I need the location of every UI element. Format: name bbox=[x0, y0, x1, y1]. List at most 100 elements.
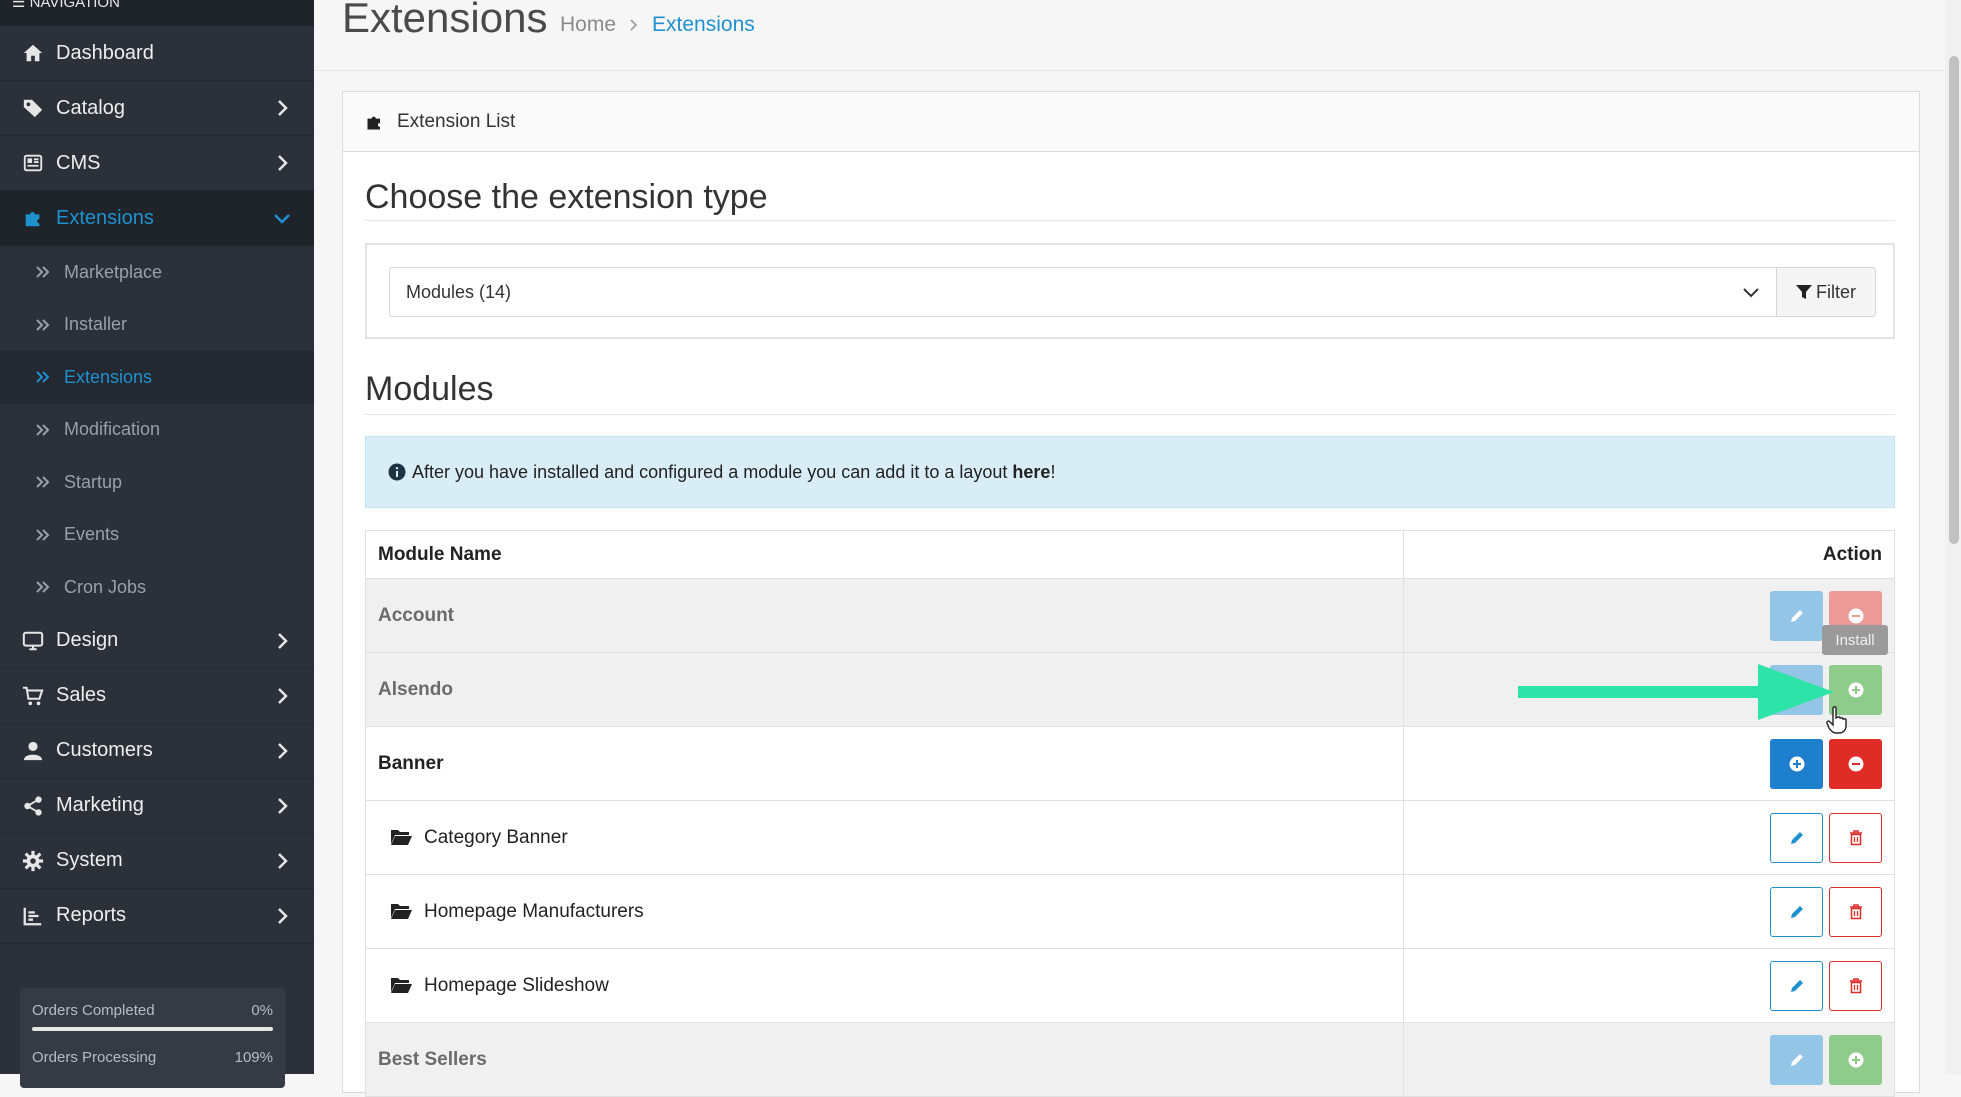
page-title: Extensions bbox=[342, 0, 548, 41]
nav-item-system[interactable]: System bbox=[0, 834, 314, 889]
sub-item-extensions[interactable]: Extensions bbox=[0, 351, 314, 404]
alert-here-link[interactable]: here bbox=[1012, 462, 1050, 483]
minus-circle-icon bbox=[1848, 756, 1863, 772]
double-chevron-icon bbox=[36, 581, 50, 593]
sub-item-label: Installer bbox=[64, 314, 128, 335]
breadcrumb-extensions-link[interactable]: Extensions bbox=[652, 13, 755, 37]
nav-item-label: Customers bbox=[56, 739, 153, 761]
trash-icon bbox=[1849, 978, 1862, 994]
sub-item-modification[interactable]: Modification bbox=[0, 404, 314, 457]
newspaper-icon bbox=[20, 150, 46, 176]
pencil-icon bbox=[1790, 832, 1803, 844]
progress-label: Orders Processing bbox=[32, 1049, 157, 1066]
module-name: Alsendo bbox=[365, 652, 1404, 727]
table-row: Account bbox=[365, 578, 1895, 653]
pencil-icon bbox=[1790, 906, 1803, 918]
nav-item-catalog[interactable]: Catalog bbox=[0, 81, 314, 136]
pencil-icon bbox=[1790, 980, 1803, 992]
monitor-icon bbox=[20, 628, 46, 654]
nav-item-extensions[interactable]: Extensions bbox=[0, 191, 314, 246]
sub-item-marketplace[interactable]: Marketplace bbox=[0, 246, 314, 299]
plus-circle-icon bbox=[1848, 1052, 1863, 1068]
nav-item-label: Reports bbox=[56, 904, 127, 926]
col-header-action: Action bbox=[1403, 530, 1895, 579]
double-chevron-icon bbox=[36, 319, 50, 331]
filter-button[interactable]: Filter bbox=[1776, 267, 1876, 317]
nav-item-customers[interactable]: Customers bbox=[0, 724, 314, 779]
edit-button[interactable] bbox=[1770, 591, 1823, 641]
chevron-right-icon bbox=[278, 742, 288, 759]
breadcrumb-home-link[interactable]: Home bbox=[560, 13, 616, 37]
filter-button-label: Filter bbox=[1816, 281, 1856, 302]
sub-item-label: Events bbox=[64, 524, 120, 545]
add-module-button[interactable] bbox=[1770, 739, 1823, 789]
edit-button[interactable] bbox=[1770, 813, 1823, 863]
sub-item-installer[interactable]: Installer bbox=[0, 299, 314, 352]
user-icon bbox=[20, 738, 46, 764]
module-name: Account bbox=[365, 578, 1404, 653]
module-name: Banner bbox=[365, 726, 1404, 801]
delete-button[interactable] bbox=[1829, 887, 1882, 937]
double-chevron-icon bbox=[36, 529, 50, 541]
delete-button[interactable] bbox=[1829, 813, 1882, 863]
nav-item-label: Marketing bbox=[56, 794, 144, 816]
progress-value: 0% bbox=[251, 1002, 273, 1019]
edit-button[interactable] bbox=[1770, 961, 1823, 1011]
nav-item-label: Dashboard bbox=[56, 41, 154, 64]
chevron-right-icon bbox=[278, 907, 288, 924]
chevron-down-icon bbox=[1743, 288, 1759, 298]
sub-item-label: Cron Jobs bbox=[64, 576, 147, 597]
home-icon bbox=[20, 40, 46, 66]
extension-type-select[interactable]: Modules (14) bbox=[389, 267, 1777, 317]
pencil-icon bbox=[1790, 1054, 1803, 1066]
edit-button[interactable] bbox=[1770, 1035, 1823, 1085]
uninstall-button[interactable] bbox=[1829, 739, 1882, 789]
chart-icon bbox=[20, 903, 46, 929]
chevron-right-icon bbox=[278, 155, 288, 171]
nav-item-dashboard[interactable]: Dashboard bbox=[0, 26, 314, 81]
install-button[interactable] bbox=[1829, 1035, 1882, 1085]
sub-item-startup[interactable]: Startup bbox=[0, 456, 314, 509]
module-instance-name: Category Banner bbox=[424, 826, 568, 848]
nav-item-marketing[interactable]: Marketing bbox=[0, 779, 314, 834]
action-cell bbox=[1403, 726, 1895, 801]
panel-heading-text: Extension List bbox=[397, 110, 516, 132]
info-alert: After you have installed and configured … bbox=[365, 436, 1895, 508]
breadcrumb: Home Extensions bbox=[560, 13, 755, 37]
nav-item-cms[interactable]: CMS bbox=[0, 136, 314, 191]
col-header-module-name: Module Name bbox=[365, 530, 1404, 579]
pencil-icon bbox=[1790, 610, 1803, 622]
sub-item-label: Modification bbox=[64, 419, 161, 440]
puzzle-icon bbox=[20, 205, 46, 231]
nav-item-label: CMS bbox=[56, 151, 101, 174]
double-chevron-icon bbox=[36, 266, 50, 278]
action-cell bbox=[1403, 948, 1895, 1023]
nav-item-label: Design bbox=[56, 629, 119, 651]
tag-icon bbox=[20, 95, 46, 121]
panel-heading: Extension List bbox=[343, 92, 1919, 152]
puzzle-icon bbox=[367, 116, 380, 129]
sub-item-events[interactable]: Events bbox=[0, 509, 314, 562]
order-progress-panel: Orders Completed 0% Orders Processing 109% bbox=[20, 988, 285, 1088]
delete-button[interactable] bbox=[1829, 961, 1882, 1011]
folder-open-icon bbox=[391, 904, 412, 920]
alert-text: After you have installed and configured … bbox=[412, 461, 1008, 482]
modules-heading: Modules bbox=[365, 370, 494, 408]
scrollbar-thumb[interactable] bbox=[1949, 56, 1959, 544]
chevron-right-icon bbox=[278, 687, 288, 704]
edit-button[interactable] bbox=[1770, 887, 1823, 937]
nav-item-design[interactable]: Design bbox=[0, 614, 314, 669]
module-instance: Homepage Manufacturers bbox=[365, 874, 1404, 949]
nav-item-label: Extensions bbox=[56, 206, 154, 229]
double-chevron-icon bbox=[36, 424, 50, 436]
sub-item-cron-jobs[interactable]: Cron Jobs bbox=[0, 561, 314, 614]
action-cell bbox=[1403, 874, 1895, 949]
modules-table: Module Name Action Account Alsendo Banne… bbox=[365, 530, 1895, 1097]
progress-label: Orders Completed bbox=[32, 1002, 155, 1019]
progress-bar-completed bbox=[32, 1027, 273, 1031]
chevron-down-icon bbox=[274, 214, 290, 224]
nav-item-reports[interactable]: Reports bbox=[0, 889, 314, 944]
plus-circle-icon bbox=[1789, 756, 1804, 772]
nav-item-sales[interactable]: Sales bbox=[0, 669, 314, 724]
install-tooltip: Install bbox=[1822, 625, 1888, 655]
